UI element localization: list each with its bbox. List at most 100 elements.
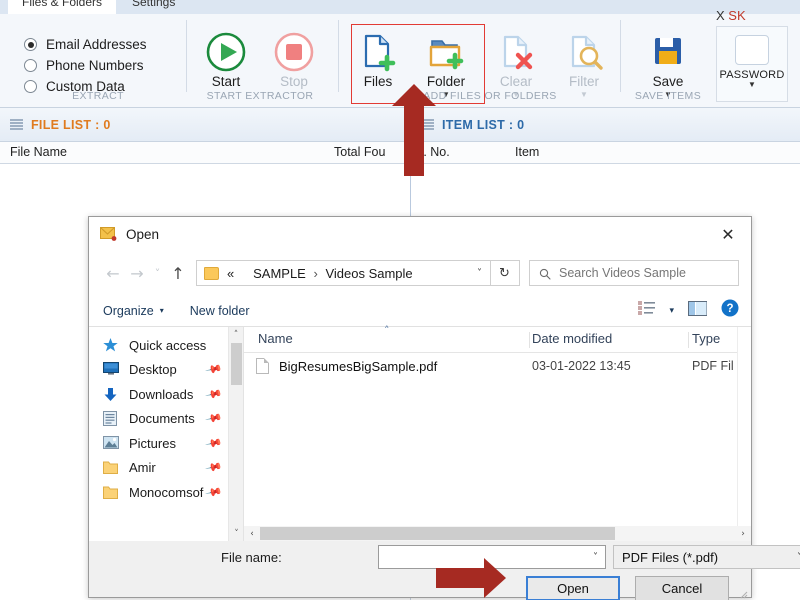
breadcrumb-part-videos-sample[interactable]: Videos Sample <box>325 266 412 281</box>
start-label: Start <box>211 74 241 89</box>
radio-email-addresses[interactable]: Email Addresses <box>24 34 147 55</box>
pin-icon[interactable]: 📌 <box>205 410 224 427</box>
save-button[interactable]: Save ▼ <box>635 30 701 99</box>
column-type[interactable]: Type <box>692 331 720 346</box>
breadcrumb[interactable]: « SAMPLE › Videos Sample ˅ <box>196 260 491 286</box>
column-file-name[interactable]: File Name <box>10 145 67 159</box>
scrollbar-thumb[interactable] <box>260 527 615 540</box>
refresh-icon[interactable]: ↻ <box>490 260 520 286</box>
close-icon[interactable]: ✕ <box>705 217 751 251</box>
radio-selected-icon <box>24 38 37 51</box>
pin-icon[interactable]: 📌 <box>205 434 224 452</box>
app-icon <box>100 227 117 241</box>
search-input[interactable]: Search Videos Sample <box>529 260 739 286</box>
group-label-extract: EXTRACT <box>72 90 124 102</box>
sidebar-item-pictures[interactable]: Pictures 📌 <box>89 431 243 456</box>
column-divider[interactable] <box>529 332 530 348</box>
pin-icon[interactable]: 📌 <box>205 361 224 378</box>
column-item[interactable]: Item <box>515 145 539 159</box>
download-arrow-icon <box>103 387 120 402</box>
column-total-found[interactable]: Total Fou <box>334 145 385 159</box>
breadcrumb-part-sample[interactable]: SAMPLE <box>253 266 306 281</box>
file-list-columns: File Name Total Fou <box>0 142 410 164</box>
scroll-up-icon[interactable]: ˄ <box>229 327 243 342</box>
corner-sk-label: SK <box>728 8 746 23</box>
toolbar-right-controls: ▾ ? <box>638 299 739 322</box>
scroll-left-icon[interactable]: ‹ <box>244 529 260 539</box>
help-icon[interactable]: ? <box>721 299 739 322</box>
cancel-button[interactable]: Cancel <box>635 576 729 600</box>
clear-button[interactable]: Clear ▼ <box>483 30 549 99</box>
pin-icon[interactable]: 📌 <box>205 483 224 501</box>
tab-settings[interactable]: Settings <box>118 0 189 14</box>
sidebar-item-monocomsoft[interactable]: Monocomsof 📌 <box>89 480 243 505</box>
column-divider[interactable] <box>688 332 689 348</box>
table-row[interactable]: BigResumesBigSample.pdf 03-01-2022 13:45… <box>244 353 751 379</box>
sidebar-label: Pictures <box>129 435 176 451</box>
sidebar-label: Monocomsof <box>129 484 204 500</box>
sidebar-item-downloads[interactable]: Downloads 📌 <box>89 382 243 407</box>
breadcrumb-separator: › <box>313 265 318 281</box>
start-button[interactable]: Start <box>193 30 259 90</box>
chevron-down-icon[interactable]: ▾ <box>669 306 674 316</box>
sidebar-item-amir[interactable]: Amir 📌 <box>89 456 243 481</box>
svg-text:?: ? <box>726 303 733 315</box>
item-list-columns: S. No. Item <box>411 142 800 164</box>
organize-menu[interactable]: Organize ▾ <box>103 304 164 318</box>
sidebar-item-documents[interactable]: Documents 📌 <box>89 407 243 432</box>
dialog-footer: File name: ˅ PDF Files (*.pdf) ˅ Open Ca… <box>89 541 800 600</box>
tab-files-and-folders[interactable]: Files & Folders <box>8 0 117 14</box>
clear-label: Clear <box>499 74 533 89</box>
chevron-down-icon[interactable]: ˅ <box>477 268 482 279</box>
radio-label: Email Addresses <box>46 37 147 52</box>
resize-grip[interactable] <box>739 586 748 599</box>
item-list-count: ITEM LIST : 0 <box>442 117 525 132</box>
back-icon[interactable]: ← <box>101 261 125 285</box>
radio-unselected-icon <box>24 59 37 72</box>
recent-locations-icon[interactable]: ˅ <box>149 261 166 285</box>
column-name[interactable]: Name <box>258 331 293 346</box>
item-list-header: ITEM LIST : 0 <box>411 108 800 142</box>
scrollbar-thumb[interactable] <box>231 343 242 385</box>
chevron-down-icon[interactable]: ▼ <box>717 81 787 89</box>
file-list-column-headers: Name ˄ Date modified Type <box>244 324 751 353</box>
password-button[interactable]: PASSWORD ▼ <box>716 26 788 102</box>
search-icon <box>539 267 551 280</box>
scroll-right-icon[interactable]: › <box>735 529 751 539</box>
sidebar-item-desktop[interactable]: Desktop 📌 <box>89 358 243 383</box>
floppy-save-icon <box>635 30 701 74</box>
column-date-modified[interactable]: Date modified <box>532 331 612 346</box>
scrollbar-track[interactable] <box>260 526 735 541</box>
file-list-vertical-scrollbar[interactable] <box>737 327 751 526</box>
open-button[interactable]: Open <box>526 576 620 600</box>
stop-label: Stop <box>280 74 308 89</box>
group-label-save-items: SAVE ITEMS <box>634 90 702 102</box>
pin-icon[interactable]: 📌 <box>205 385 224 403</box>
chevron-down-icon: ▾ <box>159 306 164 315</box>
forward-icon[interactable]: → <box>125 261 149 285</box>
file-list-horizontal-scrollbar[interactable]: ‹ › <box>244 526 751 541</box>
chevron-down-icon[interactable]: ˅ <box>593 552 598 563</box>
corner-x-label: X <box>716 8 725 23</box>
radio-phone-numbers[interactable]: Phone Numbers <box>24 55 147 76</box>
window-corner-controls: X SK <box>716 8 746 23</box>
navigation-pane-scrollbar[interactable]: ˄ ˅ <box>228 327 243 541</box>
file-date-modified: 03-01-2022 13:45 <box>532 359 631 373</box>
pin-icon[interactable]: 📌 <box>205 459 224 476</box>
sidebar-label: Downloads <box>129 386 194 402</box>
open-file-dialog: Open ✕ ← → ˅ ↑ « SAMPLE › Videos Sample … <box>88 216 800 600</box>
new-folder-button[interactable]: New folder <box>190 304 250 318</box>
play-icon <box>193 30 259 74</box>
filter-button[interactable]: Filter ▼ <box>551 30 617 99</box>
preview-pane-icon[interactable] <box>688 300 707 321</box>
up-icon[interactable]: ↑ <box>166 261 190 285</box>
sidebar-item-quick-access[interactable]: Quick access <box>89 333 243 358</box>
stop-button[interactable]: Stop <box>261 30 327 90</box>
scroll-down-icon[interactable]: ˅ <box>229 526 243 541</box>
documents-icon <box>103 411 120 427</box>
dialog-titlebar: Open ✕ <box>89 217 751 251</box>
breadcrumb-prefix: « <box>227 265 235 281</box>
file-type-select[interactable]: PDF Files (*.pdf) ˅ <box>613 545 800 569</box>
pictures-icon <box>103 435 120 451</box>
view-options-icon[interactable] <box>638 301 656 320</box>
